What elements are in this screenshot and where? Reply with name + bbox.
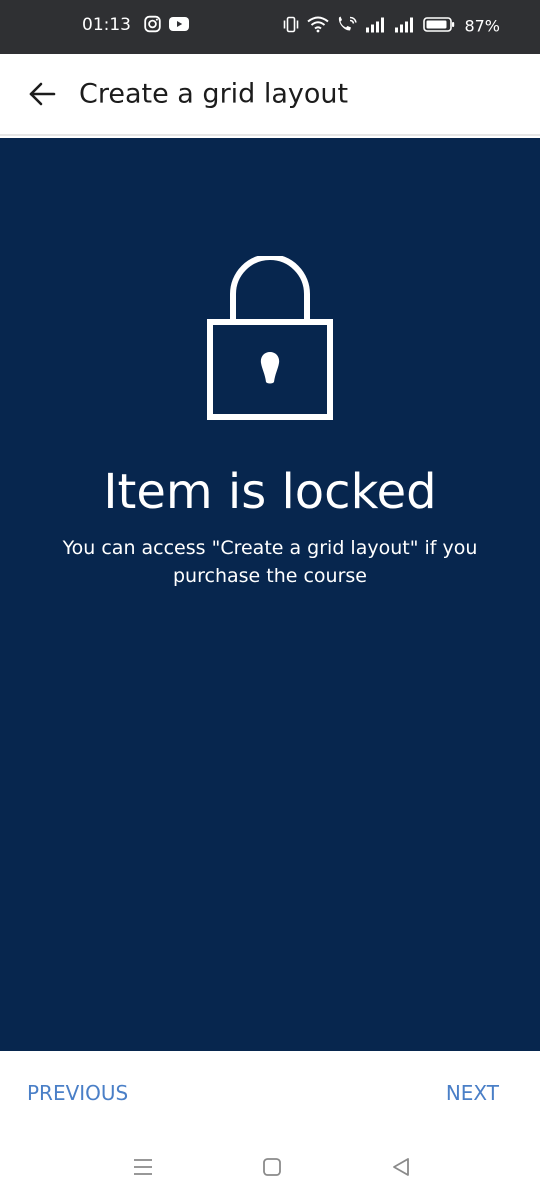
back-arrow-icon (29, 82, 56, 106)
instagram-icon (144, 15, 161, 37)
page-title: Create a grid layout (79, 78, 349, 110)
wifi-call-icon (336, 16, 358, 37)
locked-heading: Item is locked (103, 464, 437, 520)
locked-content-panel: Item is locked You can access "Create a … (0, 138, 540, 1051)
battery-icon (423, 16, 455, 36)
app-bar: Create a grid layout (0, 54, 540, 136)
status-system-icons: 87% (282, 16, 500, 37)
status-notification-icons (144, 15, 189, 37)
signal-icon (394, 16, 416, 36)
back-button[interactable] (24, 76, 60, 112)
signal-icon (365, 16, 387, 36)
previous-button[interactable]: PREVIOUS (27, 1077, 128, 1109)
status-time: 01:13 (82, 15, 131, 35)
locked-message: You can access "Create a grid layout" if… (62, 537, 478, 587)
bottom-navigation: PREVIOUS NEXT (0, 1051, 540, 1135)
next-button[interactable]: NEXT (446, 1077, 499, 1109)
battery-percentage: 87% (464, 16, 500, 35)
home-icon (263, 1158, 281, 1176)
youtube-icon (169, 17, 189, 36)
menu-icon (134, 1159, 152, 1175)
lock-icon (205, 254, 335, 428)
wifi-icon (307, 16, 330, 37)
system-menu-button[interactable] (126, 1150, 160, 1184)
vibrate-icon (282, 16, 300, 36)
system-back-button[interactable] (384, 1150, 418, 1184)
system-navigation-bar (0, 1135, 540, 1200)
back-icon (393, 1158, 409, 1176)
status-bar: 01:13 87% (0, 0, 540, 54)
system-home-button[interactable] (255, 1150, 289, 1184)
